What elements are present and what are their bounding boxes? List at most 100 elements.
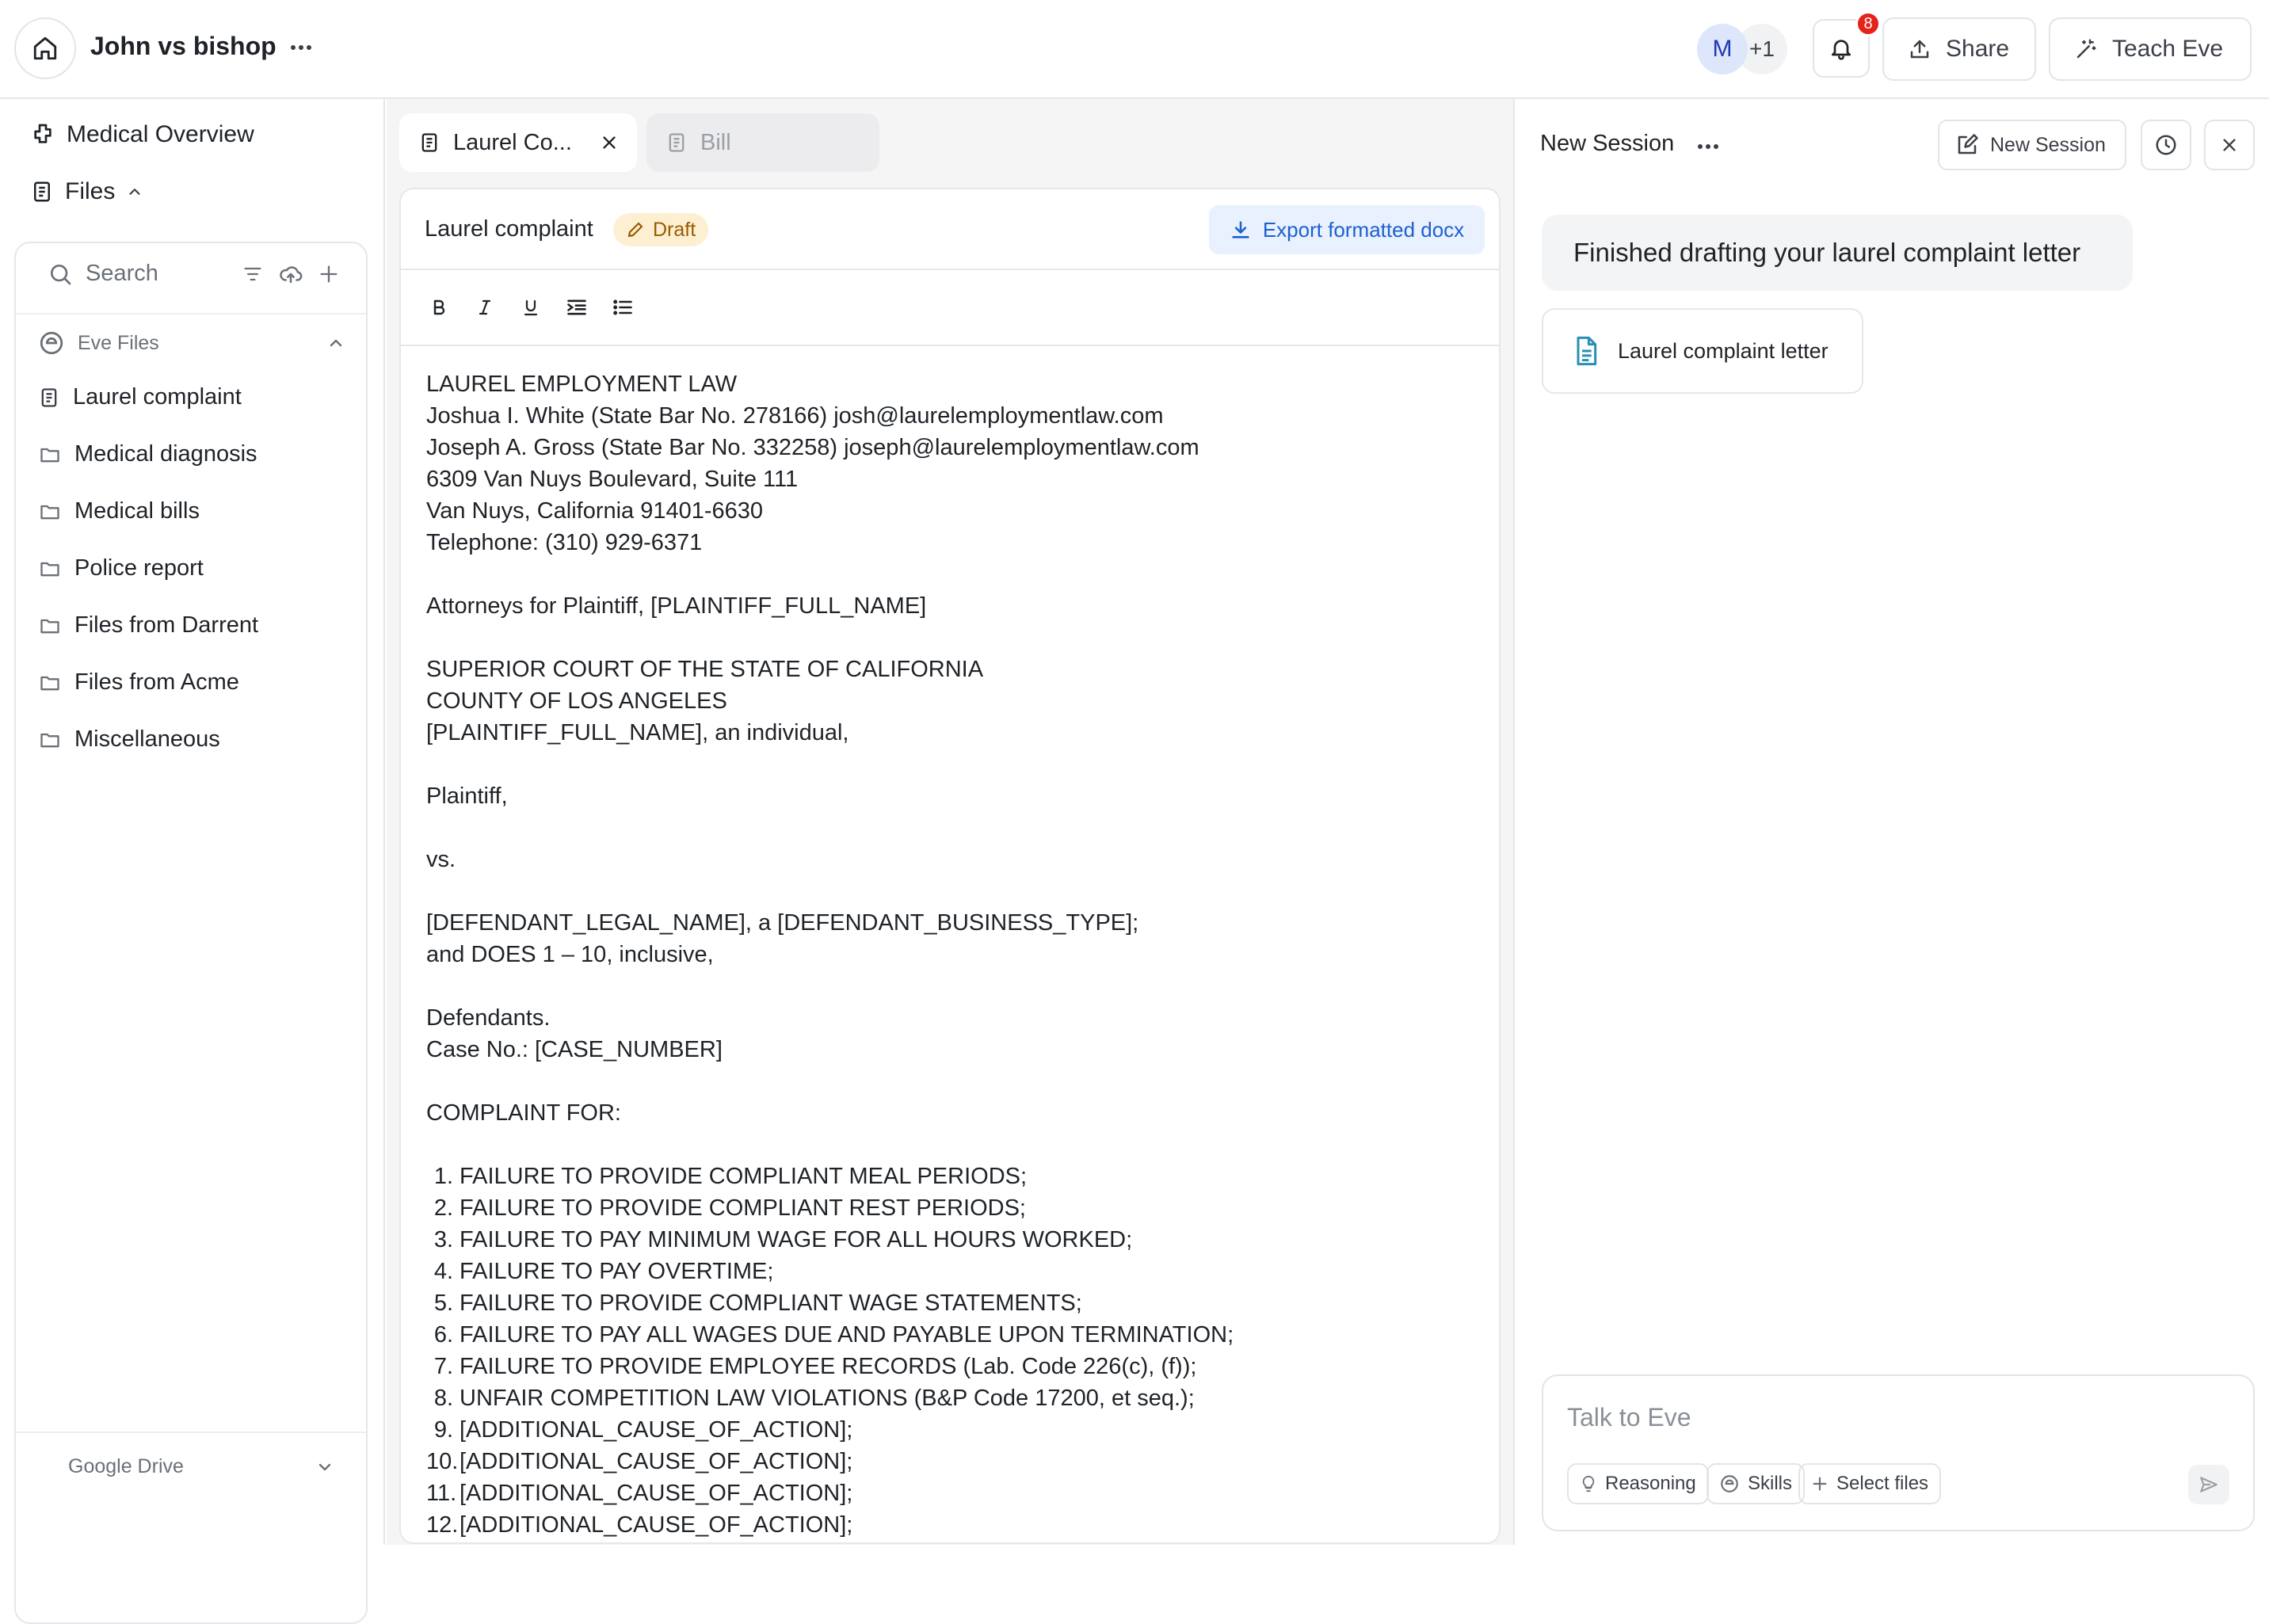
search-placeholder: Search bbox=[86, 261, 158, 286]
file-tools bbox=[239, 261, 342, 288]
document-body[interactable]: LAUREL EMPLOYMENT LAW Joshua I. White (S… bbox=[426, 368, 1474, 1541]
home-button[interactable] bbox=[14, 17, 76, 79]
file-item-medical-diagnosis[interactable]: Medical diagnosis bbox=[38, 441, 257, 467]
google-drive-section[interactable]: Google Drive bbox=[68, 1455, 334, 1478]
cause-text: [ADDITIONAL_CAUSE_OF_ACTION]; bbox=[460, 1449, 853, 1474]
share-label: Share bbox=[1946, 36, 2010, 62]
file-item-label: Police report bbox=[74, 555, 204, 581]
skills-button[interactable]: Skills bbox=[1707, 1463, 1806, 1504]
doc-line: 6309 Van Nuys Boulevard, Suite 111 bbox=[426, 467, 799, 492]
new-session-label: New Session bbox=[1990, 133, 2106, 156]
attachment-label: Laurel complaint letter bbox=[1618, 338, 1829, 363]
file-item-files-from-acme[interactable]: Files from Acme bbox=[38, 669, 239, 696]
list-item: 12. [ADDITIONAL_CAUSE_OF_ACTION]; bbox=[426, 1509, 1474, 1541]
indent-icon[interactable] bbox=[564, 295, 589, 320]
send-icon bbox=[2198, 1474, 2219, 1495]
chevron-up-icon bbox=[326, 334, 345, 353]
close-tab-icon[interactable] bbox=[601, 134, 618, 151]
reasoning-button[interactable]: Reasoning bbox=[1567, 1463, 1709, 1504]
document-icon bbox=[38, 385, 60, 410]
list-item: 1. FAILURE TO PROVIDE COMPLIANT MEAL PERI… bbox=[426, 1161, 1474, 1192]
chip-label: Skills bbox=[1748, 1473, 1793, 1494]
tab-laurel-complaint[interactable]: Laurel Co... bbox=[399, 113, 637, 172]
list-item: 7. FAILURE TO PROVIDE EMPLOYEE RECORDS (L… bbox=[426, 1351, 1474, 1382]
search-input[interactable]: Search bbox=[48, 261, 158, 287]
tab-label: Laurel Co... bbox=[453, 129, 572, 155]
filter-icon[interactable] bbox=[239, 261, 266, 288]
sidebar-item-label: Medical Overview bbox=[67, 121, 254, 147]
doc-line: LAUREL EMPLOYMENT LAW bbox=[426, 372, 738, 397]
plus-icon bbox=[1811, 1475, 1829, 1492]
underline-icon[interactable] bbox=[518, 295, 543, 320]
history-button[interactable] bbox=[2141, 120, 2191, 170]
file-item-police-report[interactable]: Police report bbox=[38, 555, 204, 581]
magic-wand-icon bbox=[2074, 37, 2098, 61]
document-title: Laurel complaint bbox=[425, 216, 593, 242]
sidebar-item-label: Files bbox=[65, 178, 116, 204]
doc-line: Attorneys for Plaintiff, [PLAINTIFF_FULL… bbox=[426, 593, 927, 619]
document-icon bbox=[418, 130, 440, 155]
files-panel: Search Eve Files Laurel complaint Medica… bbox=[14, 242, 368, 1624]
chat-composer: Talk to Eve Reasoning Skills Select file… bbox=[1542, 1374, 2255, 1531]
document-header: Laurel complaint Draft Export formatted … bbox=[401, 189, 1499, 270]
export-docx-button[interactable]: Export formatted docx bbox=[1209, 205, 1485, 254]
doc-line: Case No.: [CASE_NUMBER] bbox=[426, 1037, 723, 1062]
sidebar-item-medical-overview[interactable]: Medical Overview bbox=[30, 121, 254, 148]
doc-line: Plaintiff, bbox=[426, 783, 508, 809]
bold-icon[interactable] bbox=[426, 295, 452, 320]
list-item: 3. FAILURE TO PAY MINIMUM WAGE FOR ALL HO… bbox=[426, 1224, 1474, 1256]
session-more-button[interactable] bbox=[1694, 132, 1722, 161]
send-button[interactable] bbox=[2188, 1465, 2229, 1504]
close-panel-button[interactable] bbox=[2204, 120, 2255, 170]
add-file-icon[interactable] bbox=[315, 261, 342, 288]
doc-line: Joseph A. Gross (State Bar No. 332258) j… bbox=[426, 435, 1199, 460]
more-horizontal-icon bbox=[1697, 143, 1719, 150]
file-item-medical-bills[interactable]: Medical bills bbox=[38, 498, 200, 524]
doc-line: vs. bbox=[426, 847, 456, 872]
folder-icon bbox=[38, 729, 62, 751]
file-item-label: Miscellaneous bbox=[74, 726, 220, 752]
file-item-label: Files from Acme bbox=[74, 669, 239, 695]
assistant-message: Finished drafting your laurel complaint … bbox=[1542, 215, 2133, 291]
doc-line: SUPERIOR COURT OF THE STATE OF CALIFORNI… bbox=[426, 657, 984, 682]
document-card: Laurel complaint Draft Export formatted … bbox=[399, 188, 1501, 1544]
clock-icon bbox=[2154, 133, 2178, 157]
file-item-laurel-complaint[interactable]: Laurel complaint bbox=[38, 384, 242, 410]
cause-text: FAILURE TO PROVIDE COMPLIANT WAGE STATEM… bbox=[460, 1290, 1082, 1316]
eve-files-section[interactable]: Eve Files bbox=[38, 329, 345, 357]
cause-text: [ADDITIONAL_CAUSE_OF_ACTION]; bbox=[460, 1512, 853, 1538]
list-item: 6. FAILURE TO PAY ALL WAGES DUE AND PAYAB… bbox=[426, 1319, 1474, 1351]
avatar[interactable]: M bbox=[1697, 24, 1748, 74]
chip-label: Select files bbox=[1836, 1473, 1929, 1494]
cloud-upload-icon[interactable] bbox=[277, 261, 304, 288]
collaborators[interactable]: M +1 bbox=[1697, 24, 1787, 74]
chat-input[interactable]: Talk to Eve bbox=[1567, 1403, 1691, 1432]
new-session-button[interactable]: New Session bbox=[1938, 120, 2126, 170]
share-button[interactable]: Share bbox=[1882, 17, 2036, 81]
bullet-list-icon[interactable] bbox=[610, 295, 635, 320]
cause-text: FAILURE TO PROVIDE COMPLIANT REST PERIOD… bbox=[460, 1195, 1026, 1221]
sidebar-item-files[interactable]: Files bbox=[30, 178, 143, 205]
lightbulb-icon bbox=[1580, 1473, 1597, 1494]
doc-line: COUNTY OF LOS ANGELES bbox=[426, 688, 727, 714]
case-more-button[interactable] bbox=[287, 33, 315, 62]
divider bbox=[16, 313, 366, 315]
document-icon bbox=[665, 130, 688, 155]
notification-count-badge: 8 bbox=[1855, 11, 1881, 36]
tab-label: Bill bbox=[700, 129, 731, 155]
file-item-miscellaneous[interactable]: Miscellaneous bbox=[38, 726, 220, 753]
close-icon bbox=[2221, 136, 2238, 154]
document-icon bbox=[1570, 332, 1602, 370]
teach-eve-button[interactable]: Teach Eve bbox=[2049, 17, 2252, 81]
doc-line: and DOES 1 – 10, inclusive, bbox=[426, 942, 714, 967]
attachment-card[interactable]: Laurel complaint letter bbox=[1542, 308, 1863, 394]
tab-bill[interactable]: Bill bbox=[646, 113, 879, 172]
skills-icon bbox=[1719, 1473, 1740, 1494]
divider bbox=[16, 1431, 366, 1433]
eve-logo-icon bbox=[38, 330, 65, 356]
select-files-button[interactable]: Select files bbox=[1798, 1463, 1942, 1504]
chip-label: Reasoning bbox=[1605, 1473, 1696, 1494]
chevron-up-icon bbox=[126, 183, 143, 200]
file-item-files-from-darrent[interactable]: Files from Darrent bbox=[38, 612, 258, 639]
italic-icon[interactable] bbox=[472, 295, 498, 320]
